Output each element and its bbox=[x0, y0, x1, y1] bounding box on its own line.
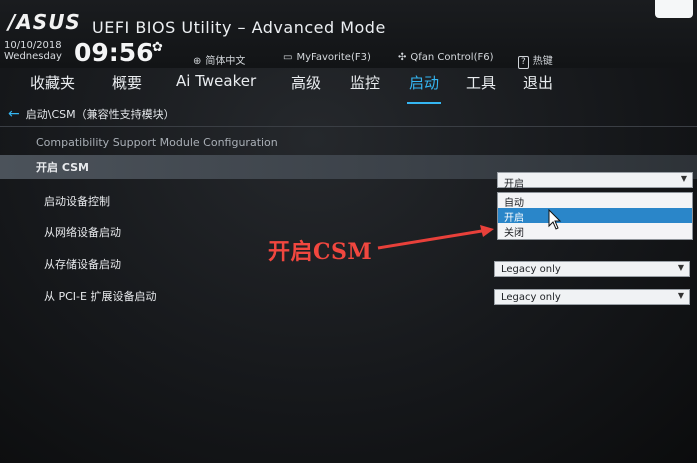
setting-boot-device-control-label[interactable]: 启动设备控制 bbox=[44, 193, 110, 209]
back-arrow-icon[interactable]: ← bbox=[8, 106, 20, 122]
setting-boot-storage-label[interactable]: 从存储设备启动 bbox=[44, 256, 121, 272]
weekday-text: Wednesday bbox=[4, 51, 62, 62]
tab-monitor[interactable]: 监控 bbox=[350, 72, 380, 93]
hotkeys-label: 热键 bbox=[532, 56, 553, 67]
launch-csm-value: 开启 bbox=[504, 179, 524, 190]
setting-boot-network-label[interactable]: 从网络设备启动 bbox=[44, 224, 121, 240]
fan-icon: ✣ bbox=[398, 52, 407, 63]
gear-icon[interactable]: ✿ bbox=[152, 40, 163, 55]
breadcrumb: ← 启动\CSM（兼容性支持模块） bbox=[8, 106, 175, 122]
qfan-label: Qfan Control(F6) bbox=[410, 52, 494, 63]
date-display: 10/10/2018 Wednesday bbox=[4, 40, 62, 62]
tab-tool[interactable]: 工具 bbox=[466, 72, 496, 93]
boot-storage-select[interactable]: Legacy only ▼ bbox=[494, 261, 690, 277]
app-title: UEFI BIOS Utility – Advanced Mode bbox=[92, 18, 386, 37]
tab-boot[interactable]: 启动 bbox=[409, 72, 439, 93]
chevron-down-icon: ▼ bbox=[677, 291, 684, 300]
language-label: 简体中文 bbox=[205, 56, 246, 67]
myfavorite-button[interactable]: ▭ MyFavorite(F3) bbox=[283, 52, 371, 63]
breadcrumb-text: 启动\CSM（兼容性支持模块） bbox=[25, 108, 175, 121]
tab-overview[interactable]: 概要 bbox=[112, 72, 142, 93]
date-text: 10/10/2018 bbox=[4, 40, 62, 51]
tab-exit[interactable]: 退出 bbox=[523, 72, 553, 93]
asus-logo: /ASUS bbox=[8, 10, 81, 34]
main-nav: 收藏夹 概要 Ai Tweaker 高级 监控 启动 工具 退出 bbox=[0, 72, 697, 110]
myfavorite-label: MyFavorite(F3) bbox=[296, 52, 371, 63]
top-bar: /ASUS UEFI BIOS Utility – Advanced Mode … bbox=[0, 0, 697, 69]
chevron-down-icon: ▼ bbox=[677, 263, 684, 272]
tab-ai-tweaker[interactable]: Ai Tweaker bbox=[176, 72, 256, 90]
language-button[interactable]: ⊕ 简体中文 bbox=[193, 52, 245, 67]
dropdown-option-enabled[interactable]: 开启 bbox=[498, 208, 692, 224]
active-tab-indicator bbox=[407, 102, 441, 104]
hotkeys-button[interactable]: ? 热键 bbox=[518, 52, 553, 69]
mouse-cursor-icon bbox=[548, 209, 562, 230]
tab-favorites[interactable]: 收藏夹 bbox=[30, 72, 75, 93]
boot-pcie-select[interactable]: Legacy only ▼ bbox=[494, 289, 690, 305]
setting-boot-pcie-label[interactable]: 从 PCI-E 扩展设备启动 bbox=[44, 288, 156, 304]
boot-pcie-value: Legacy only bbox=[501, 292, 561, 303]
page-subtitle: Compatibility Support Module Configurati… bbox=[36, 136, 278, 149]
help-icon: ? bbox=[518, 56, 529, 69]
setting-launch-csm-label[interactable]: 开启 CSM bbox=[36, 159, 89, 175]
tab-advanced[interactable]: 高级 bbox=[291, 72, 321, 93]
globe-icon: ⊕ bbox=[193, 56, 202, 67]
favorite-icon: ▭ bbox=[283, 52, 293, 63]
qfan-button[interactable]: ✣ Qfan Control(F6) bbox=[398, 52, 494, 63]
csm-dropdown-menu: 自动 开启 关闭 bbox=[497, 192, 693, 240]
bios-screen: /ASUS UEFI BIOS Utility – Advanced Mode … bbox=[0, 0, 697, 463]
clock: 09:56 bbox=[74, 38, 154, 67]
chevron-down-icon: ▼ bbox=[680, 174, 687, 183]
boot-storage-value: Legacy only bbox=[501, 264, 561, 275]
annotation-arrow-icon bbox=[377, 225, 494, 250]
annotation-label: 开启CSM bbox=[268, 239, 373, 265]
corner-badge bbox=[655, 0, 693, 18]
launch-csm-select[interactable]: 开启 ▼ bbox=[497, 172, 693, 190]
header-divider bbox=[0, 126, 697, 127]
dropdown-option-disabled[interactable]: 关闭 bbox=[498, 223, 692, 239]
dropdown-option-auto[interactable]: 自动 bbox=[498, 193, 692, 209]
